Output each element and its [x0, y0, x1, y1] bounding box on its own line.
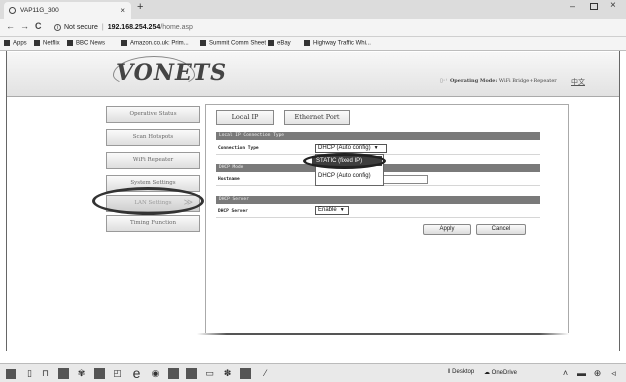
bookmark-highway[interactable]: Highway Traffic Whi... — [304, 40, 371, 47]
section-header-dhcp-server: DHCP Server — [216, 196, 540, 204]
edge-icon[interactable]: e — [131, 366, 142, 380]
netflix-icon — [34, 40, 40, 46]
screen: VAP11G_300 × + – × ← → C i Not secure | 192… — [0, 0, 626, 382]
sidebar-item-scan-hotspots[interactable]: Scan Hotspots — [106, 129, 200, 146]
apply-button[interactable]: Apply — [423, 224, 471, 235]
url-separator: | — [101, 24, 104, 31]
app-icon[interactable] — [94, 368, 105, 379]
taskbar: ▯ ⊓ ✾ ◰ e ◉ ▭ ✽ ⁄ ‖ Desktop ☁ OneDrive ˄… — [0, 363, 626, 382]
dhcp-server-label: DHCP Server — [218, 209, 248, 214]
dropdown-caret-icon: ▼ — [373, 145, 379, 151]
close-window-icon[interactable]: × — [610, 0, 616, 11]
connection-type-select[interactable]: DHCP (Auto config) ▼ — [315, 144, 387, 153]
app-icon[interactable] — [58, 368, 69, 379]
reload-button[interactable]: C — [35, 21, 42, 31]
dropdown-caret-icon: ▼ — [339, 207, 345, 213]
highlight-circle — [92, 187, 204, 215]
ebay-icon — [268, 40, 274, 46]
start-icon[interactable] — [6, 369, 16, 379]
bbc-icon — [67, 40, 73, 46]
url-host: 192.168.254.254 — [107, 24, 161, 31]
app-icon[interactable]: ⁄ — [260, 368, 271, 379]
highway-icon — [304, 40, 310, 46]
app-icon[interactable] — [186, 368, 197, 379]
highlight-circle — [303, 153, 386, 169]
task-view-icon[interactable]: ⊓ — [40, 368, 51, 379]
info-icon[interactable]: i — [54, 23, 61, 31]
back-button[interactable]: ← — [6, 21, 15, 31]
app-icon[interactable]: ▭ — [204, 368, 215, 379]
wifi-signal-icon: ▯◦⁾ — [440, 78, 447, 84]
browser-tab-bar: VAP11G_300 × + – × — [0, 0, 626, 19]
bookmark-apps[interactable]: Apps — [4, 40, 27, 47]
settings-icon[interactable]: ✾ — [76, 368, 87, 379]
forward-button[interactable]: → — [20, 21, 29, 31]
minimize-icon[interactable]: – — [570, 1, 575, 11]
onedrive-toolbar[interactable]: ☁ OneDrive — [484, 369, 517, 376]
sidebar-item-operative-status[interactable]: Operative Status — [106, 106, 200, 123]
url-field[interactable]: i Not secure | 192.168.254.254/home.asp — [54, 21, 614, 35]
row-divider — [216, 217, 540, 218]
url-path: /home.asp — [160, 24, 193, 31]
chrome-icon[interactable]: ◉ — [150, 368, 161, 379]
app-icon[interactable]: ✽ — [222, 368, 233, 379]
desktop-toolbar[interactable]: ‖ Desktop — [448, 369, 474, 375]
chevron-up-icon[interactable]: ˄ — [560, 368, 571, 379]
connection-type-label: Connection Type — [218, 146, 259, 151]
tab-close-button[interactable]: × — [120, 2, 125, 19]
operating-mode: ▯◦⁾ Operating Mode: WiFi Bridge+Repeater — [440, 78, 557, 84]
sidebar-item-wifi-repeater[interactable]: WiFi Repeater — [106, 152, 200, 169]
tab-title: VAP11G_300 — [20, 7, 59, 14]
bookmarks-bar: Apps Netflix BBC News Amazon.co.uk: Prim… — [0, 37, 626, 51]
cancel-button[interactable]: Cancel — [476, 224, 526, 235]
search-icon[interactable]: ▯ — [24, 368, 35, 379]
volume-icon[interactable]: ◃ — [608, 368, 619, 379]
network-icon[interactable]: ⊕ — [592, 368, 603, 379]
router-header — [7, 52, 619, 97]
browser-tab[interactable]: VAP11G_300 × — [4, 2, 131, 19]
new-tab-button[interactable]: + — [137, 1, 143, 13]
address-bar: ← → C i Not secure | 192.168.254.254/home.a… — [0, 19, 626, 37]
sidebar-item-timing-function[interactable]: Timing Function — [106, 215, 200, 232]
option-dhcp[interactable]: DHCP (Auto config) — [318, 173, 371, 179]
bookmark-ebay[interactable]: eBay — [268, 40, 291, 47]
maximize-icon[interactable] — [590, 3, 598, 10]
summit-icon — [200, 40, 206, 46]
footer-divider — [197, 333, 569, 335]
store-icon[interactable]: ◰ — [112, 368, 123, 379]
section-header-connection-type: Local IP Connection Type — [216, 132, 540, 140]
hostname-label: Hostname — [218, 177, 240, 182]
app-icon[interactable] — [168, 368, 179, 379]
bookmark-netflix[interactable]: Netflix — [34, 40, 60, 47]
tab-ethernet-port[interactable]: Ethernet Port — [284, 110, 350, 125]
app-icon[interactable] — [240, 368, 251, 379]
bookmark-summit[interactable]: Summit Comm Sheet — [200, 40, 266, 47]
bookmark-amazon[interactable]: Amazon.co.uk: Prim... — [121, 40, 189, 47]
bookmark-bbc-news[interactable]: BBC News — [67, 40, 105, 47]
battery-icon: ▬ — [577, 368, 586, 378]
dhcp-server-select[interactable]: Enable ▼ — [315, 206, 349, 215]
apps-grid-icon — [4, 40, 10, 46]
security-label: Not secure — [64, 24, 98, 31]
globe-icon — [9, 7, 16, 14]
tab-local-ip[interactable]: Local IP — [216, 110, 274, 125]
amazon-icon — [121, 40, 127, 46]
vonets-logo: VONETS — [116, 60, 227, 86]
language-link[interactable]: 中文 — [571, 77, 585, 87]
